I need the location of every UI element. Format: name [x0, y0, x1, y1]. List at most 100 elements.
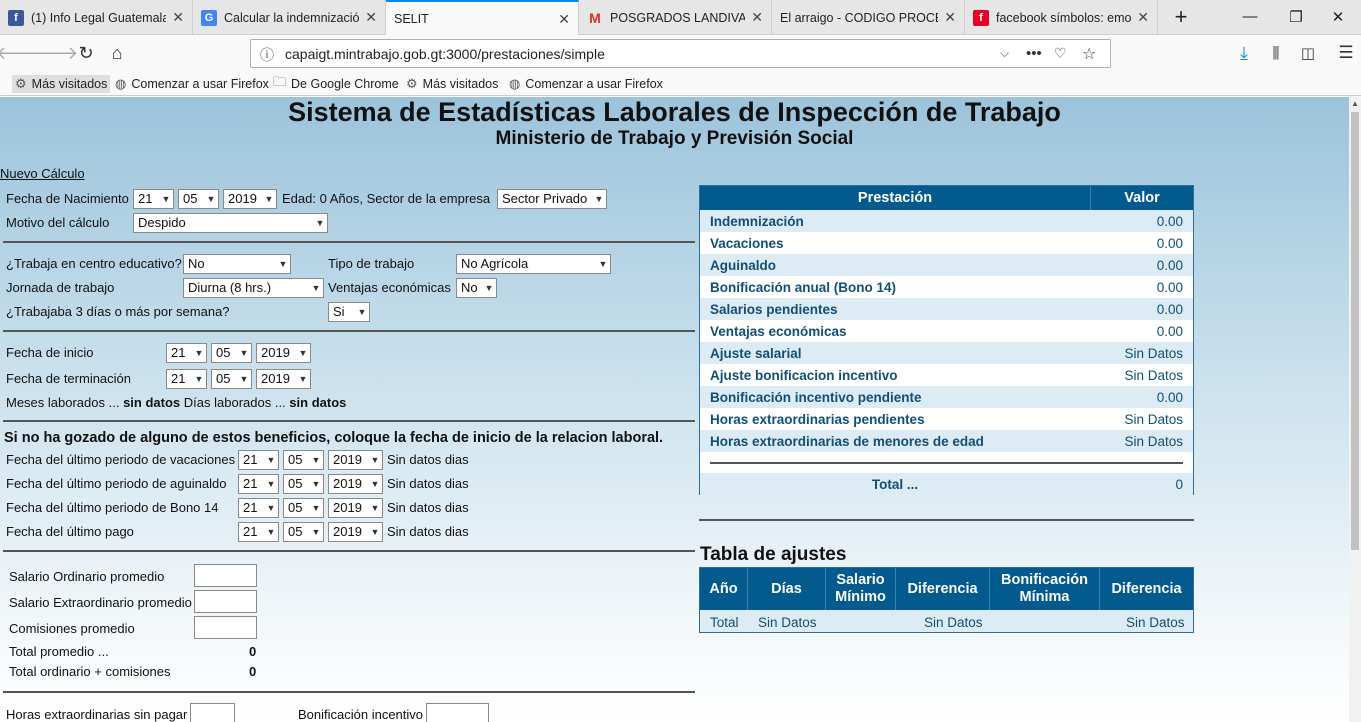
ventajas-select[interactable]: No ▼ — [456, 278, 497, 298]
tres-dias-select[interactable]: Si ▼ — [328, 302, 370, 322]
gear-icon: ⚙ — [406, 76, 418, 91]
tipo-trabajo-select[interactable]: No Agrícola ▼ — [456, 254, 611, 274]
pago-year-select[interactable]: 2019 ▼ — [328, 522, 383, 542]
tab-selit[interactable]: SELIT ✕ — [386, 0, 579, 36]
bookmark-mas-visitados[interactable]: ⚙ Más visitados — [12, 75, 111, 93]
aguinaldo-month-select[interactable]: 05 ▼ — [283, 474, 324, 494]
gear-icon: ⚙ — [15, 76, 27, 91]
tab-bar: f (1) Info Legal Guatemala ✕ G Calcular … — [0, 0, 1361, 36]
bookmark-comenzar-firefox-2[interactable]: ◍ Comenzar a usar Firefox — [509, 75, 663, 93]
close-window-button[interactable]: ✕ — [1315, 0, 1361, 33]
facebook-icon: f — [8, 9, 24, 26]
meses-laborados: Meses laborados ... sin datos Días labor… — [6, 395, 347, 410]
table-row: Bonificación incentivo pendiente 0.00 — [700, 386, 1193, 408]
col-anio: Año — [700, 568, 748, 610]
home-icon[interactable]: ⌂ — [103, 39, 131, 67]
info-icon[interactable]: ⓘ — [260, 45, 274, 65]
inicio-year-select[interactable]: 2019 ▼ — [256, 343, 311, 363]
prestaciones-table: Prestación Valor Indemnización 0.00 Vacac… — [699, 185, 1194, 495]
menu-icon[interactable]: ☰ — [1332, 39, 1360, 67]
bookmark-comenzar-firefox[interactable]: ◍ Comenzar a usar Firefox — [115, 75, 269, 93]
bonificacion-label: Bonificación incentivo — [298, 707, 424, 722]
total-row: Total ... 0 — [700, 473, 1193, 495]
library-icon[interactable]: ⫼ — [1262, 39, 1290, 67]
tres-dias-label: ¿Trabajaba 3 días o más por semana? — [6, 304, 230, 319]
pago-day-select[interactable]: 21 ▼ — [238, 522, 279, 542]
scrollbar-thumb[interactable] — [1351, 112, 1359, 550]
close-icon[interactable]: ✕ — [558, 11, 570, 28]
forward-button[interactable]: 🡒 — [30, 39, 78, 67]
termino-month-select[interactable]: 05 ▼ — [211, 369, 252, 389]
salario-extra-input[interactable] — [194, 590, 257, 613]
salario-ordinario-input[interactable] — [194, 564, 257, 587]
horas-extra-label: Horas extraordinarias sin pagar — [6, 707, 188, 722]
tab-calcular[interactable]: G Calcular la indemnización ✕ — [193, 0, 386, 35]
vacaciones-month-select[interactable]: 05 ▼ — [283, 450, 324, 470]
chevron-down-icon: ▼ — [239, 374, 249, 384]
aguinaldo-year-select[interactable]: 2019 ▼ — [328, 474, 383, 494]
reload-button[interactable]: ↻ — [72, 39, 100, 67]
minimize-button[interactable]: — — [1227, 0, 1273, 33]
download-icon[interactable]: ⤓ — [1230, 39, 1258, 67]
chevron-down-icon: ▼ — [311, 479, 321, 489]
table-row: Ventajas económicas 0.00 — [710, 323, 1183, 339]
chevron-down-icon: ▼ — [278, 259, 288, 269]
termino-year-select[interactable]: 2019 ▼ — [256, 369, 311, 389]
divider — [3, 550, 695, 552]
total-ordinario-value: 0 — [249, 664, 257, 679]
scroll-up-icon[interactable]: ▲ — [1351, 99, 1359, 108]
ventajas-label: Ventajas económicas — [328, 280, 451, 295]
comisiones-input[interactable] — [194, 616, 257, 639]
nacimiento-month-select[interactable]: 05 ▼ — [178, 189, 219, 209]
pago-month-select[interactable]: 05 ▼ — [283, 522, 324, 542]
bookmark-mas-visitados-2[interactable]: ⚙ Más visitados — [406, 75, 498, 93]
tab-info-legal[interactable]: f (1) Info Legal Guatemala ✕ — [0, 0, 193, 35]
bookmark-google-chrome[interactable]: 🗀 De Google Chrome — [273, 74, 399, 93]
star-icon[interactable]: ☆ — [1082, 44, 1110, 64]
close-icon[interactable]: ✕ — [172, 9, 184, 26]
sidebar-icon[interactable]: ◫ — [1294, 39, 1322, 67]
tab-arraigo[interactable]: El arraigo - CODIGO PROCESAL ✕ — [772, 0, 965, 35]
chevron-down-icon[interactable]: ⌵ — [1000, 46, 1026, 61]
chevron-down-icon: ▼ — [484, 283, 494, 293]
sector-select[interactable]: Sector Privado ▼ — [497, 189, 607, 209]
ajustes-table: Año Días Salario Mínimo Diferencia Bonif… — [699, 567, 1194, 633]
inicio-day-select[interactable]: 21 ▼ — [166, 343, 207, 363]
vacaciones-year-select[interactable]: 2019 ▼ — [328, 450, 383, 470]
more-icon[interactable]: ••• — [1026, 45, 1054, 62]
horas-extra-input[interactable] — [190, 703, 235, 722]
inicio-month-select[interactable]: 05 ▼ — [211, 343, 252, 363]
nacimiento-day-select[interactable]: 21 ▼ — [133, 189, 174, 209]
close-icon[interactable]: ✕ — [365, 9, 377, 26]
nacimiento-year-select[interactable]: 2019 ▼ — [223, 189, 277, 209]
bono14-month-select[interactable]: 05 ▼ — [283, 498, 324, 518]
centro-educativo-select[interactable]: No ▼ — [183, 254, 291, 274]
divider — [3, 241, 695, 243]
pocket-icon[interactable]: ♡ — [1054, 45, 1082, 62]
aguinaldo-day-select[interactable]: 21 ▼ — [238, 474, 279, 494]
jornada-select[interactable]: Diurna (8 hrs.) ▼ — [183, 278, 324, 298]
close-icon[interactable]: ✕ — [944, 9, 956, 26]
url-bar[interactable]: ⓘ capaigt.mintrabajo.gob.gt:3000/prestac… — [250, 39, 1111, 68]
ajustes-total-label: Total — [710, 614, 739, 630]
url-text[interactable]: capaigt.mintrabajo.gob.gt:3000/prestacio… — [285, 46, 1000, 62]
bonificacion-input[interactable] — [426, 703, 489, 722]
chevron-down-icon: ▼ — [266, 503, 276, 513]
nuevo-calculo-link[interactable]: Nuevo Cálculo — [0, 166, 85, 181]
chevron-down-icon: ▼ — [598, 259, 608, 269]
vacaciones-day-select[interactable]: 21 ▼ — [238, 450, 279, 470]
motivo-select[interactable]: Despido ▼ — [133, 213, 328, 233]
new-tab-button[interactable]: + — [1158, 0, 1204, 33]
chevron-down-icon: ▼ — [266, 479, 276, 489]
close-icon[interactable]: ✕ — [751, 9, 763, 26]
tab-facebook-simbolos[interactable]: f facebook símbolos: emoticones ✕ — [965, 0, 1158, 35]
bono14-day-select[interactable]: 21 ▼ — [238, 498, 279, 518]
tab-posgrados[interactable]: M POSGRADOS LANDIVAR ✕ — [579, 0, 772, 35]
termino-day-select[interactable]: 21 ▼ — [166, 369, 207, 389]
close-icon[interactable]: ✕ — [1137, 9, 1149, 26]
globe-icon: ◍ — [115, 76, 127, 91]
bono14-year-select[interactable]: 2019 ▼ — [328, 498, 383, 518]
restore-button[interactable]: ❐ — [1273, 0, 1319, 33]
col-dias: Días — [748, 568, 826, 610]
salario-ordinario-label: Salario Ordinario promedio — [9, 569, 165, 584]
